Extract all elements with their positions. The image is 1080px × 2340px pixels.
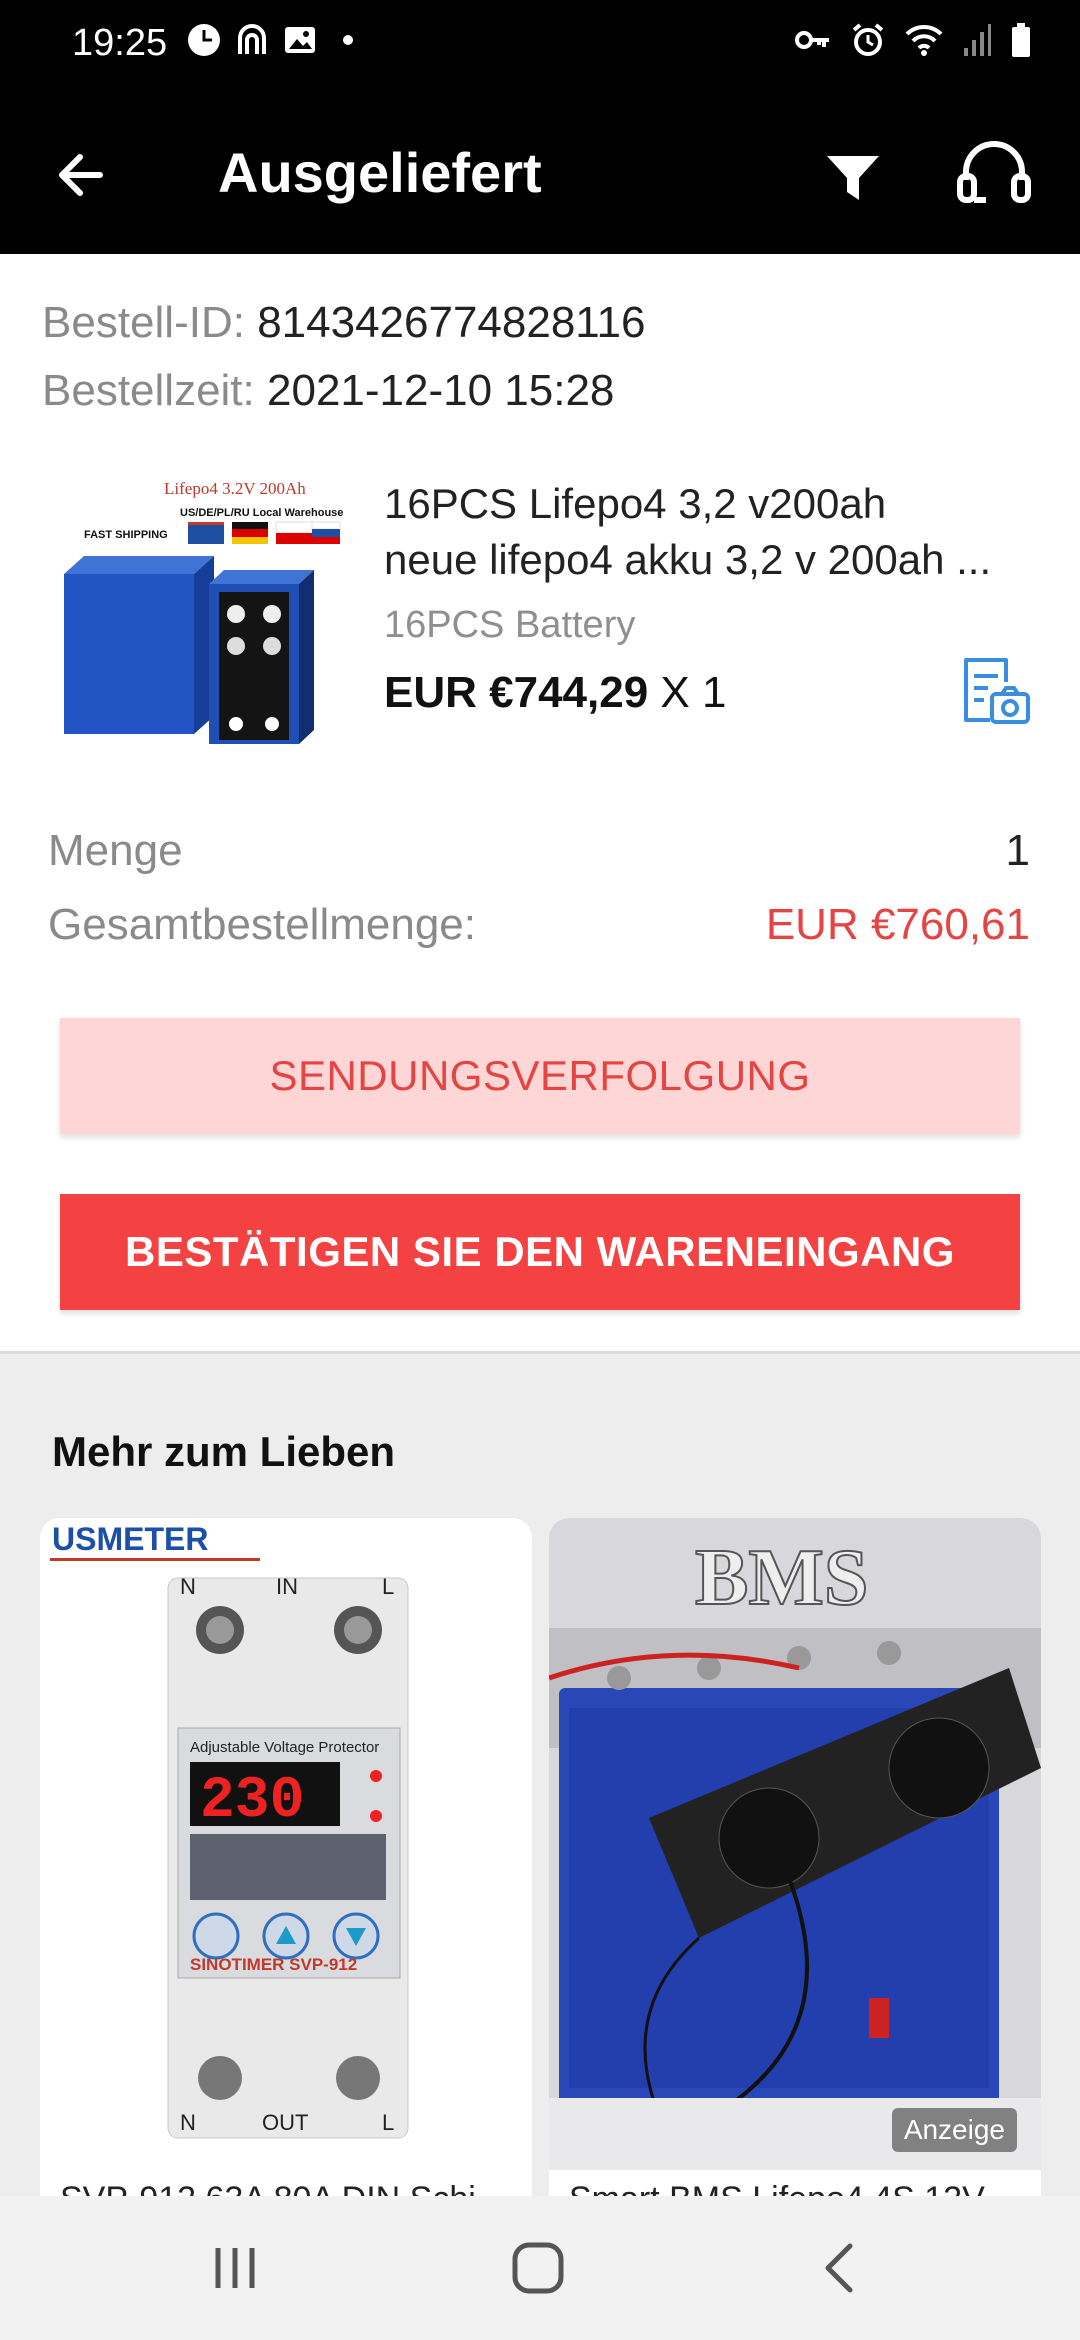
order-id-label: Bestell-ID: (42, 298, 245, 347)
status-left-icons (186, 22, 366, 58)
recommendation-card[interactable]: BMS Anzeige Smart BMS Lifepo4 4S 12V... (549, 1518, 1041, 2198)
filter-icon (827, 156, 879, 200)
rec-top-label-in: IN (276, 1574, 298, 1599)
order-time-value: 2021-12-10 15:28 (267, 366, 615, 415)
order-card: Bestell-ID: 8143426774828116 Bestellzeit… (0, 254, 1080, 1354)
bms-battery-picture: BMS (549, 1518, 1041, 2170)
product-price: EUR €744,29 (384, 668, 649, 717)
confirm-receipt-button[interactable]: BESTÄTIGEN SIE DEN WARENEINGANG (60, 1194, 1020, 1310)
track-shipment-button[interactable]: SENDUNGSVERFOLGUNG (60, 1018, 1020, 1134)
voltage-protector-picture: USMETER N IN L Adjustable Voltage Protec… (40, 1518, 532, 2170)
product-image-shipping-text: FAST SHIPPING (84, 529, 168, 541)
home-icon (512, 2242, 564, 2294)
chevron-left-icon (825, 2243, 853, 2293)
rec-brand-bms: BMS (695, 1534, 868, 1622)
order-time-label: Bestellzeit: (42, 366, 255, 415)
back-button[interactable] (50, 140, 120, 210)
product-image[interactable]: Lifepo4 3.2V 200Ah US/DE/PL/RU Local War… (44, 464, 344, 764)
quantity-row: Menge 1 (48, 826, 1030, 876)
dot-icon (343, 35, 353, 45)
photo-review-button[interactable] (956, 652, 1032, 728)
signal-icon (964, 24, 991, 56)
rec-bottom-label-l: L (382, 2110, 394, 2135)
battery-icon (1012, 23, 1030, 57)
rec-bottom-label-out: OUT (262, 2110, 308, 2135)
battery-product-picture: Lifepo4 3.2V 200Ah US/DE/PL/RU Local War… (44, 464, 344, 764)
quantity-value: 1 (1005, 826, 1030, 875)
rec-device-model: SINOTIMER SVP-912 (190, 1955, 357, 1974)
document-camera-icon (964, 658, 1030, 724)
recent-apps-button[interactable] (200, 2236, 270, 2300)
headphone-arc-icon (238, 24, 266, 54)
rec-display-reading: 230 (200, 1769, 304, 1834)
product-variant: 16PCS Battery (384, 604, 636, 646)
rec-brand-usmeter: USMETER (52, 1521, 208, 1557)
product-title-line1: 16PCS Lifepo4 3,2 v200ah (384, 480, 887, 527)
system-back-button[interactable] (806, 2236, 876, 2300)
rec-top-label-n: N (180, 1574, 196, 1599)
order-id-row: Bestell-ID: 8143426774828116 (42, 298, 645, 348)
home-button[interactable] (503, 2236, 573, 2300)
rec-top-label-l: L (382, 1574, 394, 1599)
page-title: Ausgeliefert (218, 141, 542, 204)
recommendations-title: Mehr zum Lieben (52, 1428, 396, 1475)
total-row: Gesamtbestellmenge: EUR €760,61 (48, 900, 1030, 950)
quantity-label: Menge (48, 826, 183, 875)
alarm-icon (852, 23, 884, 56)
filter-button[interactable] (815, 138, 891, 214)
status-right-icons (794, 22, 1032, 58)
product-quantity: X 1 (660, 668, 727, 717)
headset-icon (957, 141, 1031, 203)
product-image-warehouse-text: US/DE/PL/RU Local Warehouse (180, 507, 343, 519)
support-button[interactable] (952, 132, 1036, 216)
clock-icon (188, 24, 220, 56)
product-title-line2: neue lifepo4 akku 3,2 v 200ah ... (384, 536, 992, 583)
ad-badge: Anzeige (891, 2108, 1017, 2152)
product-image-brand-text: Lifepo4 3.2V 200Ah (164, 479, 306, 498)
recent-apps-icon (215, 2248, 255, 2288)
app-bar: Ausgeliefert (0, 88, 1080, 254)
total-value: EUR €760,61 (765, 900, 1030, 949)
key-icon (795, 31, 829, 49)
wifi-icon (905, 24, 943, 56)
image-icon (285, 27, 315, 53)
order-time-row: Bestellzeit: 2021-12-10 15:28 (42, 366, 614, 416)
status-time: 19:25 (72, 22, 168, 64)
rec-device-label: Adjustable Voltage Protector (190, 1739, 379, 1756)
system-nav-bar (0, 2196, 1080, 2340)
status-bar: 19:25 (0, 0, 1080, 88)
order-id-value: 8143426774828116 (257, 298, 646, 347)
back-arrow-icon (59, 154, 103, 196)
total-label: Gesamtbestellmenge: (48, 900, 476, 949)
product-title[interactable]: 16PCS Lifepo4 3,2 v200ah neue lifepo4 ak… (384, 476, 1044, 588)
recommendation-card[interactable]: USMETER N IN L Adjustable Voltage Protec… (40, 1518, 532, 2198)
product-price-row: EUR €744,29 X 1 (384, 668, 726, 718)
rec-bottom-label-n: N (180, 2110, 196, 2135)
